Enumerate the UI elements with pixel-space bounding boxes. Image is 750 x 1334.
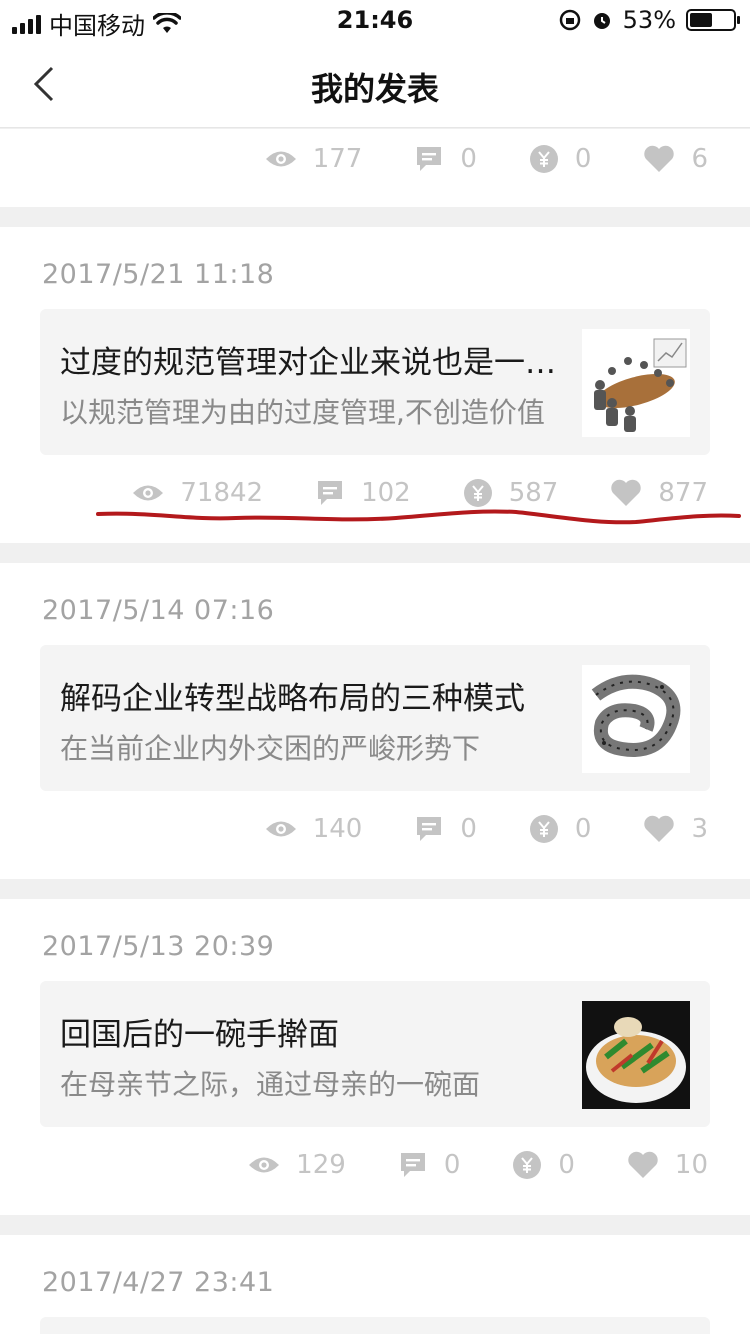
rotation-lock-icon <box>559 9 580 31</box>
nav-bar: 我的发表 <box>0 40 750 128</box>
likes-stat: 10 <box>627 1150 708 1180</box>
views-stat: 140 <box>265 814 362 844</box>
article-summary: 在母亲节之际，通过母亲的一碗面 <box>60 1068 481 1101</box>
post-card[interactable]: 2017/5/14 07:16 解码企业转型战略布局的三种模式 在当前企业内外交… <box>0 563 750 879</box>
likes-stat: 3 <box>643 814 708 844</box>
likes-stat: 6 <box>643 144 708 174</box>
heart-icon <box>644 815 675 842</box>
post-stats: 140 0 0 3 <box>213 809 708 849</box>
post-date: 2017/4/27 23:41 <box>42 1267 275 1298</box>
battery-percent: 53% <box>622 6 676 34</box>
post-card-partial[interactable]: 177 0 0 6 <box>0 129 750 207</box>
article-preview[interactable]: 过度的规范管理对企业来说也是一种伤害 以规范管理为由的过度管理,不创造价值 <box>40 309 710 455</box>
article-title: 过度的规范管理对企业来说也是一种伤害 <box>60 345 560 381</box>
post-date: 2017/5/14 07:16 <box>42 595 275 626</box>
comment-icon <box>417 147 442 171</box>
rewards-stat: 0 <box>529 144 591 174</box>
red-annotation-underline <box>96 509 741 525</box>
comments-stat: 0 <box>414 144 477 174</box>
noodle-image <box>582 1001 690 1109</box>
article-preview[interactable]: 回国后的一碗手擀面 在母亲节之际，通过母亲的一碗面 <box>40 981 710 1127</box>
post-card[interactable]: 2017/5/21 11:18 过度的规范管理对企业来说也是一种伤害 以规范管理… <box>0 227 750 543</box>
eye-icon <box>265 821 296 837</box>
post-stats: 177 0 0 6 <box>213 139 708 179</box>
views-stat: 177 <box>265 144 362 174</box>
post-card[interactable]: 2017/4/27 23:41 <box>0 1235 750 1334</box>
post-card[interactable]: 2017/5/13 20:39 回国后的一碗手擀面 在母亲节之际，通过母亲的一碗… <box>0 899 750 1215</box>
rewards-stat: 0 <box>529 814 591 844</box>
rewards-stat: 0 <box>512 1150 575 1180</box>
comment-icon <box>400 1153 425 1177</box>
heart-icon <box>628 1151 658 1178</box>
post-stats: 129 0 0 10 <box>196 1145 708 1185</box>
meeting-image <box>582 329 690 437</box>
yuan-coin-icon <box>513 1151 542 1179</box>
post-date: 2017/5/13 20:39 <box>42 931 275 962</box>
yuan-coin-icon <box>529 145 558 173</box>
eye-icon <box>249 1157 280 1173</box>
alarm-icon <box>593 13 610 29</box>
article-preview[interactable] <box>40 1317 710 1334</box>
page-title: 我的发表 <box>310 70 439 108</box>
battery-icon <box>686 9 740 31</box>
article-preview[interactable]: 解码企业转型战略布局的三种模式 在当前企业内外交困的严峻形势下 <box>40 645 710 791</box>
yuan-coin-icon <box>529 815 558 843</box>
post-date: 2017/5/21 11:18 <box>42 259 275 290</box>
maze-image <box>582 665 690 773</box>
views-stat: 129 <box>248 1150 346 1180</box>
heart-icon <box>644 145 675 172</box>
article-title: 回国后的一碗手擀面 <box>60 1017 339 1053</box>
eye-icon <box>265 151 296 167</box>
article-title: 解码企业转型战略布局的三种模式 <box>60 681 525 717</box>
status-bar: 中国移动 21:46 53% <box>0 0 750 40</box>
article-summary: 以规范管理为由的过度管理,不创造价值 <box>60 396 545 429</box>
article-summary: 在当前企业内外交困的严峻形势下 <box>60 732 481 765</box>
comment-icon <box>417 817 442 841</box>
comments-stat: 0 <box>398 1150 460 1180</box>
comments-stat: 0 <box>414 814 477 844</box>
